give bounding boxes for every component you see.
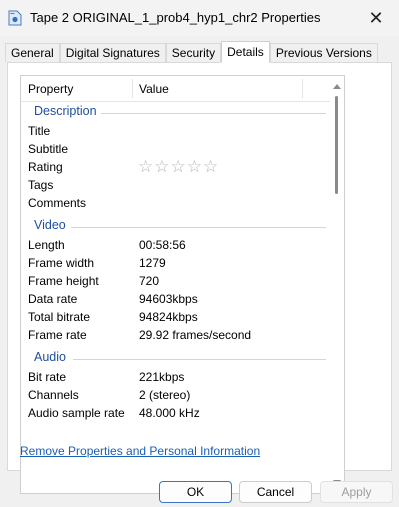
- list-item[interactable]: Data rate 94603kbps: [21, 290, 331, 308]
- property-name: Rating: [28, 160, 63, 174]
- property-name: Data rate: [28, 292, 78, 306]
- star-icon[interactable]: ☆: [171, 157, 186, 177]
- property-value: 94603kbps: [139, 292, 198, 306]
- star-icon[interactable]: ☆: [154, 157, 169, 177]
- tab-strip: General Digital Signatures Security Deta…: [5, 41, 378, 63]
- tab-security[interactable]: Security: [165, 43, 222, 62]
- property-name: Length: [28, 238, 65, 252]
- tab-details[interactable]: Details: [221, 41, 270, 63]
- property-list[interactable]: Property Value Description Title Subtitl…: [20, 75, 345, 494]
- list-item[interactable]: Frame width 1279: [21, 254, 331, 272]
- property-name: Frame width: [28, 256, 95, 270]
- property-name: Total bitrate: [28, 310, 91, 324]
- property-value: 2 (stereo): [139, 388, 191, 402]
- property-name: Title: [28, 124, 51, 138]
- scrollbar-thumb[interactable]: [335, 96, 338, 194]
- list-item[interactable]: Rating ☆ ☆ ☆ ☆ ☆: [21, 157, 331, 177]
- property-value: 00:58:56: [139, 238, 186, 252]
- list-item[interactable]: Length 00:58:56: [21, 236, 331, 254]
- scroll-up-arrow-icon[interactable]: [333, 84, 341, 89]
- property-value: 1279: [139, 256, 166, 270]
- ok-button[interactable]: OK: [159, 481, 232, 503]
- property-name: Frame rate: [28, 328, 87, 342]
- column-header-property[interactable]: Property: [21, 76, 132, 101]
- group-divider: [73, 359, 326, 360]
- column-header-value[interactable]: Value: [132, 76, 302, 101]
- star-icon[interactable]: ☆: [203, 157, 218, 177]
- tab-previous-versions[interactable]: Previous Versions: [269, 43, 378, 62]
- property-name: Tags: [28, 178, 54, 192]
- group-label: Video: [34, 218, 66, 232]
- group-audio: Audio: [21, 350, 331, 368]
- property-value: 94824kbps: [139, 310, 198, 324]
- group-video: Video: [21, 218, 331, 236]
- list-item[interactable]: Bit rate 221kbps: [21, 368, 331, 386]
- close-icon: ✕: [368, 7, 384, 28]
- list-item[interactable]: Frame rate 29.92 frames/second: [21, 326, 331, 344]
- property-name: Comments: [28, 196, 87, 210]
- property-value: 48.000 kHz: [139, 406, 200, 420]
- cancel-button[interactable]: Cancel: [239, 481, 312, 503]
- property-name: Audio sample rate: [28, 406, 125, 420]
- list-item[interactable]: Frame height 720: [21, 272, 331, 290]
- tab-digital-signatures[interactable]: Digital Signatures: [59, 43, 166, 62]
- tab-general[interactable]: General: [5, 43, 60, 62]
- title-bar: Tape 2 ORIGINAL_1_prob4_hyp1_chr2 Proper…: [0, 0, 399, 36]
- property-name: Bit rate: [28, 370, 67, 384]
- group-label: Description: [34, 104, 97, 118]
- column-divider[interactable]: [302, 79, 303, 98]
- group-description: Description: [21, 104, 331, 122]
- list-item[interactable]: Tags: [21, 176, 331, 194]
- group-divider: [71, 227, 326, 228]
- list-item[interactable]: Subtitle: [21, 140, 331, 158]
- property-name: Channels: [28, 388, 79, 402]
- video-file-icon: [8, 10, 22, 26]
- property-name: Subtitle: [28, 142, 69, 156]
- rating-stars[interactable]: ☆ ☆ ☆ ☆ ☆: [138, 157, 218, 177]
- close-button[interactable]: ✕: [353, 0, 399, 36]
- list-item[interactable]: Channels 2 (stereo): [21, 386, 331, 404]
- list-item[interactable]: Title: [21, 122, 331, 140]
- group-label: Audio: [34, 350, 66, 364]
- star-icon[interactable]: ☆: [138, 157, 153, 177]
- window-title: Tape 2 ORIGINAL_1_prob4_hyp1_chr2 Proper…: [30, 10, 321, 25]
- property-value: 29.92 frames/second: [139, 328, 252, 342]
- details-panel: Property Value Description Title Subtitl…: [7, 62, 392, 494]
- star-icon[interactable]: ☆: [187, 157, 202, 177]
- group-divider: [101, 113, 326, 114]
- vertical-scrollbar[interactable]: [330, 76, 344, 493]
- list-item[interactable]: Comments: [21, 194, 331, 212]
- property-name: Frame height: [28, 274, 99, 288]
- list-item[interactable]: Audio sample rate 48.000 kHz: [21, 404, 331, 422]
- property-value: 720: [139, 274, 160, 288]
- list-item[interactable]: Total bitrate 94824kbps: [21, 308, 331, 326]
- apply-button[interactable]: Apply: [320, 481, 393, 503]
- list-header: Property Value: [21, 76, 331, 102]
- property-value: 221kbps: [139, 370, 185, 384]
- remove-properties-link[interactable]: Remove Properties and Personal Informati…: [20, 444, 260, 458]
